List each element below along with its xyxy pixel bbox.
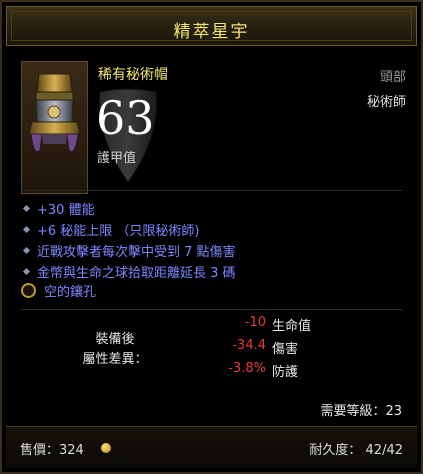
- divider: [21, 190, 402, 191]
- bullet-icon: [22, 204, 31, 213]
- item-class-restriction: 秘術師: [366, 95, 406, 110]
- item-slot: 頭部: [379, 70, 406, 85]
- comparison-title-line: 裝備後: [95, 332, 135, 347]
- item-icon-frame: [21, 61, 88, 194]
- durability: 耐久度： 42/42: [309, 443, 403, 458]
- armor-value: 63: [96, 91, 155, 145]
- socket-icon: [21, 283, 36, 298]
- affix-text: +6 秘能上限 （只限秘術師): [37, 224, 200, 239]
- comparison-value: -10: [244, 315, 266, 330]
- tooltip-header: 精萃星宇: [6, 6, 417, 46]
- tooltip-footer: 售價：324 耐久度： 42/42: [6, 427, 417, 468]
- wizard-hat-icon: [28, 73, 81, 153]
- item-name: 稀有秘術帽: [98, 67, 168, 83]
- comparison-value: -3.8%: [228, 361, 266, 376]
- affix-list: +30 體能 +6 秘能上限 （只限秘術師) 近戰攻擊者每次擊中受到 7 點傷害…: [22, 198, 236, 282]
- affix-text: 近戰攻擊者每次擊中受到 7 點傷害: [37, 245, 236, 260]
- affix-item: 金幣與生命之球拾取距離延長 3 碼: [22, 261, 236, 282]
- comparison-stat: 防護: [272, 365, 299, 380]
- affix-text: +30 體能: [37, 203, 95, 218]
- affix-text: 金幣與生命之球拾取距離延長 3 碼: [37, 266, 236, 281]
- bullet-icon: [22, 246, 31, 255]
- divider: [21, 309, 402, 310]
- socket-label: 空的鑲孔: [44, 285, 97, 300]
- comparison-title: 裝備後 屬性差異：: [70, 330, 160, 370]
- comparison-stat: 生命值: [272, 319, 312, 334]
- affix-item: +30 體能: [22, 198, 236, 219]
- item-tooltip: 精萃星宇 稀有秘術帽 頭部 秘術師 63 護甲值 +30 體能 +6 秘能上限 …: [0, 0, 423, 474]
- sell-price: 售價：324: [20, 443, 84, 458]
- armor-label: 護甲值: [97, 151, 137, 166]
- affix-item: 近戰攻擊者每次擊中受到 7 點傷害: [22, 240, 236, 261]
- affix-item: +6 秘能上限 （只限秘術師): [22, 219, 236, 240]
- comparison-title-line: 屬性差異：: [82, 352, 148, 367]
- comparison-value: -34.4: [232, 338, 266, 353]
- required-level: 需要等級：23: [320, 404, 402, 419]
- bullet-icon: [22, 225, 31, 234]
- gold-coin-icon: [101, 443, 111, 453]
- bullet-icon: [22, 267, 31, 276]
- empty-socket: 空的鑲孔: [21, 281, 96, 300]
- comparison-stat: 傷害: [272, 342, 299, 357]
- item-set-title: 精萃星宇: [173, 22, 250, 42]
